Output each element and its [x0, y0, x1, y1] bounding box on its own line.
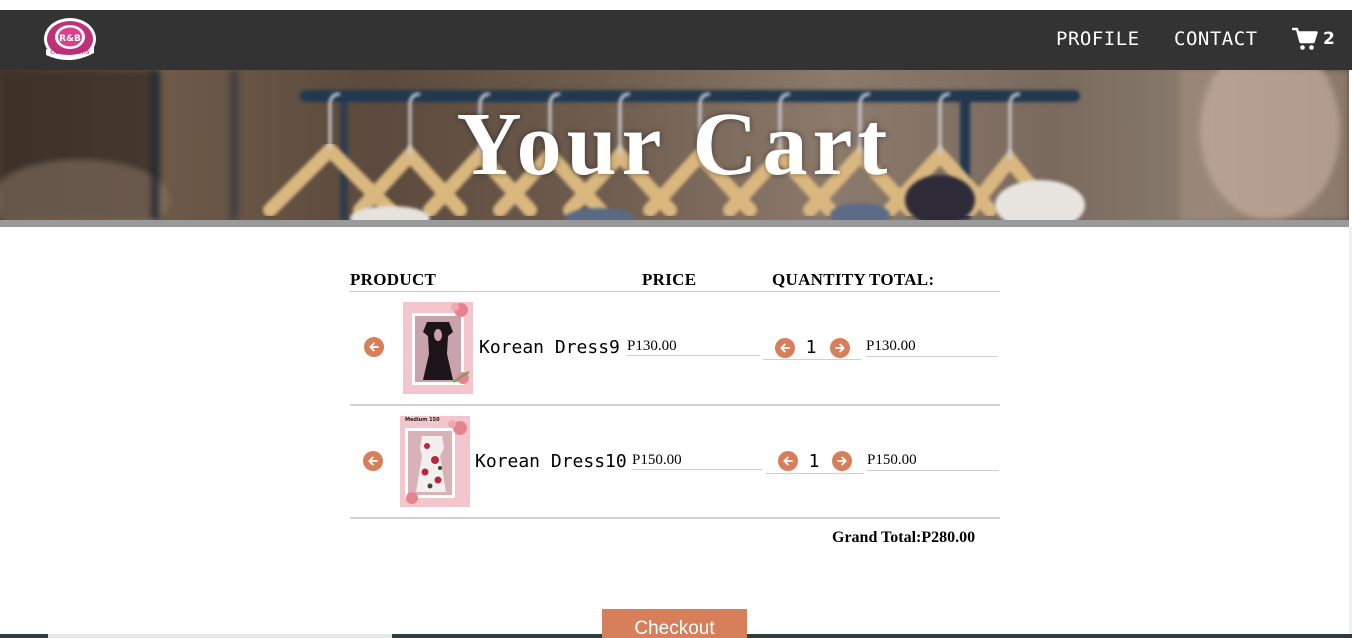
product-name: Korean Dress9 [479, 337, 620, 358]
column-header-quantity: QUANTITY [772, 270, 867, 289]
column-header-product: PRODUCT [350, 270, 437, 289]
hero-bottom-bar [0, 220, 1349, 227]
arrow-right-circle-icon [837, 456, 847, 466]
arrow-left-circle-icon [783, 456, 793, 466]
cart-count-badge: 2 [1323, 29, 1335, 49]
row-divider [350, 404, 1000, 406]
grand-total: Grand Total:P280.00 [832, 529, 976, 546]
product-thumbnail [403, 302, 473, 394]
decrease-quantity-button[interactable] [775, 338, 795, 358]
quantity-underline [763, 359, 861, 360]
row-total: P150.00 [867, 452, 917, 468]
arrow-right-circle-icon [835, 343, 845, 353]
header-divider [350, 291, 1000, 292]
product-price: P150.00 [632, 452, 682, 468]
hero-banner: Your Cart [0, 70, 1349, 220]
navbar: R&B Collections PROFILE CONTACT 2 [0, 10, 1352, 70]
column-header-total: TOTAL: [869, 270, 935, 289]
nav-profile-link[interactable]: PROFILE [1056, 28, 1140, 50]
shopping-cart-icon [1292, 27, 1318, 51]
increase-quantity-button[interactable] [830, 338, 850, 358]
product-thumbnail: Medium 150 [400, 416, 470, 507]
footer-edge [392, 634, 602, 638]
brand-logo[interactable]: R&B Collections [40, 16, 100, 62]
product-price: P130.00 [627, 338, 677, 354]
footer-edge [48, 634, 392, 638]
page-title: Your Cart [456, 95, 893, 194]
arrow-left-circle-icon [369, 342, 379, 352]
quantity-value: 1 [805, 337, 817, 358]
arrow-left-circle-icon [780, 343, 790, 353]
price-underline [632, 469, 762, 470]
logo-graphic: R&B Collections [44, 18, 96, 61]
price-underline [627, 355, 760, 356]
svg-text:Collections: Collections [50, 48, 90, 56]
product-name: Korean Dress10 [475, 451, 627, 472]
top-strip [0, 0, 1352, 10]
column-header-price: PRICE [642, 270, 697, 289]
row-divider [350, 517, 1000, 519]
row-total: P130.00 [866, 338, 916, 354]
quantity-underline [766, 473, 864, 474]
increase-quantity-button[interactable] [832, 451, 852, 471]
footer-edge [0, 634, 48, 638]
cart-button[interactable]: 2 [1292, 26, 1335, 52]
svg-text:R&B: R&B [59, 34, 81, 44]
nav-contact-link[interactable]: CONTACT [1174, 28, 1258, 50]
remove-item-button[interactable] [364, 337, 384, 357]
arrow-left-circle-icon [368, 456, 378, 466]
thumbnail-label: Medium 150 [405, 417, 440, 423]
remove-item-button[interactable] [363, 451, 383, 471]
quantity-value: 1 [808, 451, 820, 472]
decrease-quantity-button[interactable] [778, 451, 798, 471]
total-underline [867, 470, 999, 471]
footer-edge [747, 634, 1352, 638]
checkout-button[interactable]: Checkout [602, 609, 747, 638]
total-underline [866, 356, 998, 357]
